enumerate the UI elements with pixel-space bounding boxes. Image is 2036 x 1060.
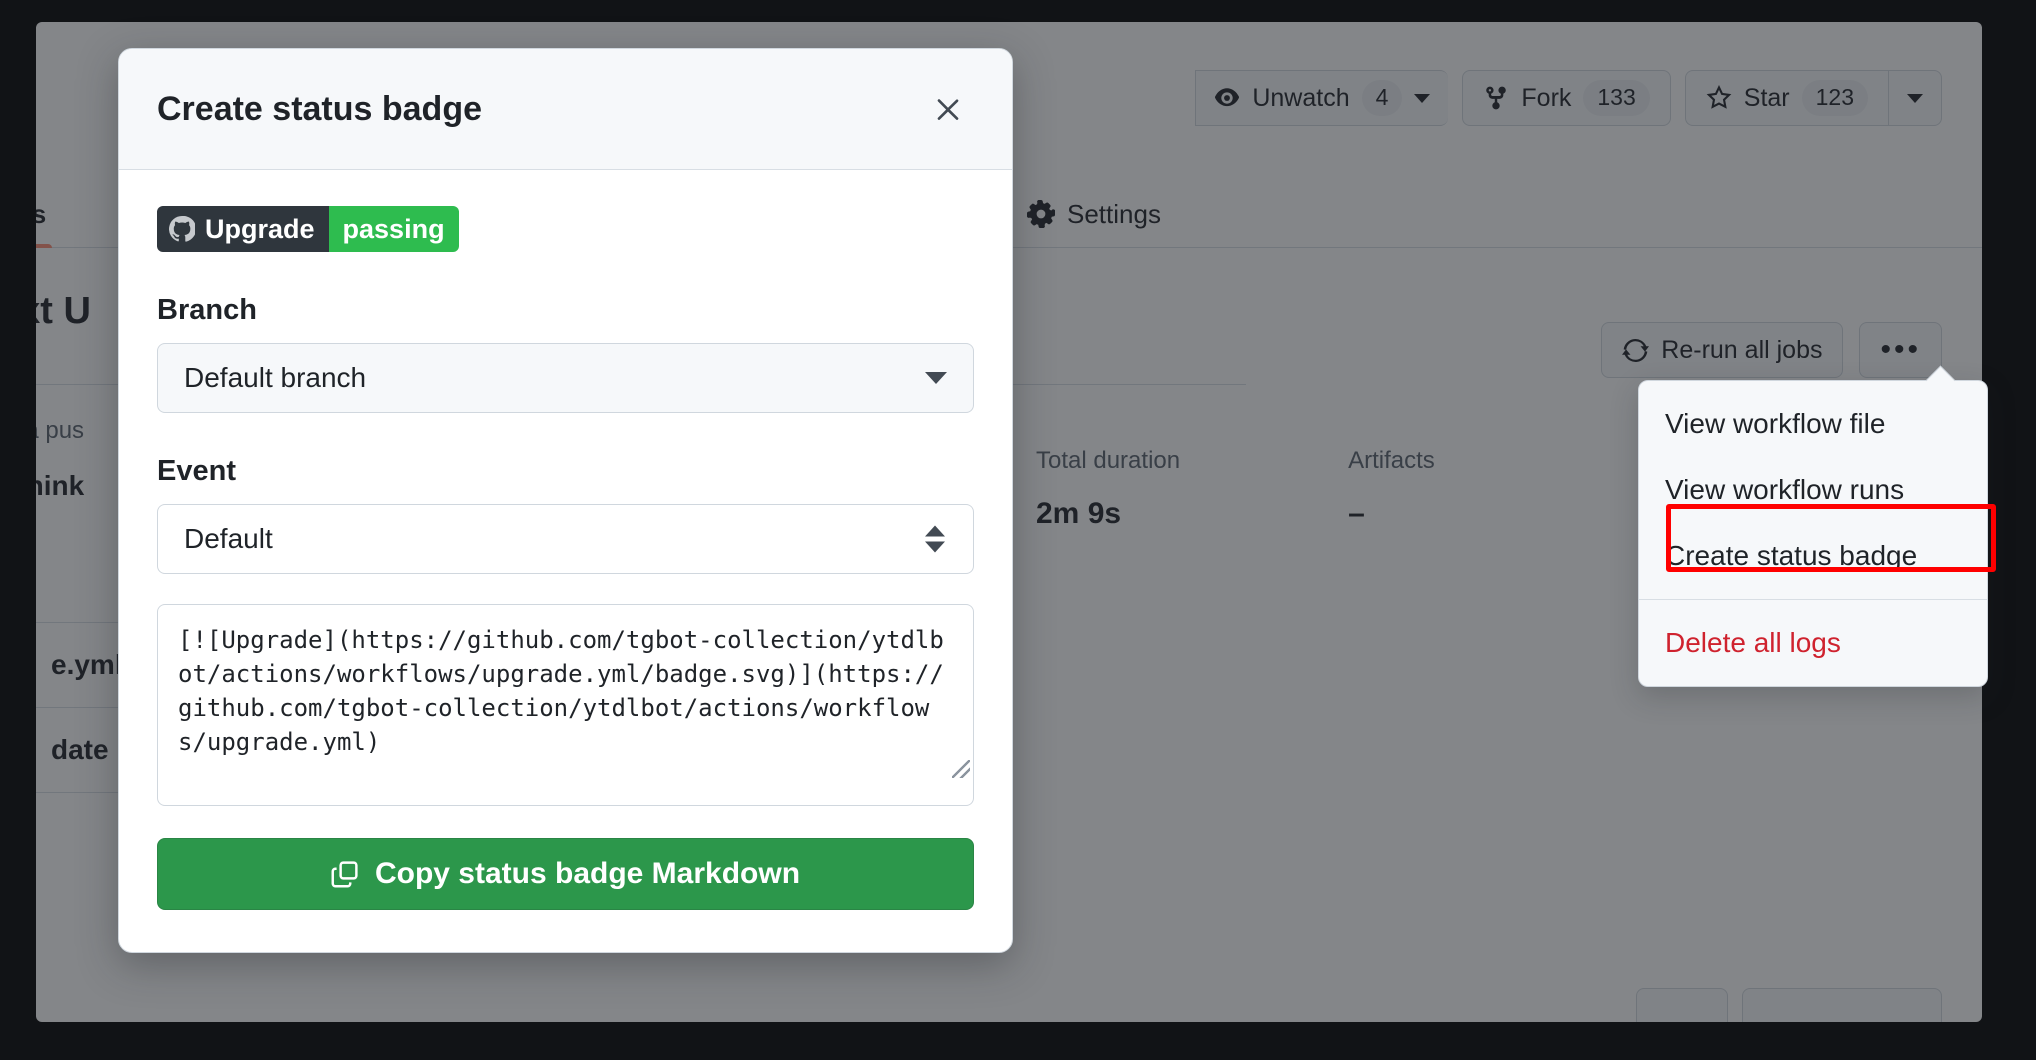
- status-badge-status: passing: [328, 206, 459, 252]
- copy-icon: [331, 861, 358, 888]
- branch-select[interactable]: Default branch: [157, 343, 974, 413]
- divider: [1639, 599, 1987, 600]
- sort-arrows-icon: [925, 525, 945, 553]
- event-label: Event: [157, 455, 236, 487]
- status-badge-status-label: passing: [342, 213, 445, 244]
- menu-item-label: Delete all logs: [1665, 627, 1841, 658]
- status-badge-left: Upgrade: [157, 206, 329, 252]
- menu-item-label: View workflow runs: [1665, 474, 1905, 505]
- menu-item-create-status-badge[interactable]: Create status badge: [1639, 523, 1987, 589]
- create-status-badge-dialog: Create status badge Upgrade passing Bran…: [118, 48, 1013, 953]
- close-icon[interactable]: [922, 83, 974, 135]
- arrow-up-glyph: [925, 525, 945, 537]
- menu-item-label: View workflow file: [1665, 408, 1886, 439]
- arrow-down-glyph: [925, 541, 945, 553]
- resize-handle[interactable]: [952, 760, 970, 778]
- copy-button-label: Copy status badge Markdown: [374, 857, 801, 890]
- branch-select-value: Default branch: [184, 362, 367, 393]
- dialog-body: Upgrade passing Branch Default branch Ev…: [119, 170, 1012, 952]
- github-logo-icon: [169, 216, 195, 242]
- chevron-down-icon: [925, 372, 947, 384]
- event-select-value: Default: [184, 523, 273, 554]
- status-badge-name: Upgrade: [205, 213, 315, 244]
- markdown-textarea[interactable]: [![Upgrade](https://github.com/tgbot-col…: [157, 604, 974, 806]
- branch-label: Branch: [157, 294, 257, 326]
- menu-item-delete-all-logs[interactable]: Delete all logs: [1639, 610, 1987, 676]
- menu-item-label: Create status badge: [1665, 540, 1918, 571]
- status-badge: Upgrade passing: [157, 206, 459, 252]
- menu-item-view-workflow-runs[interactable]: View workflow runs: [1639, 457, 1987, 523]
- dialog-header: Create status badge: [119, 49, 1012, 170]
- close-glyph: [937, 99, 959, 120]
- workflow-options-menu: View workflow file View workflow runs Cr…: [1638, 380, 1988, 687]
- menu-item-view-workflow-file[interactable]: View workflow file: [1639, 391, 1987, 457]
- event-select[interactable]: Default: [157, 504, 974, 574]
- page-title: Create status badge: [157, 89, 482, 128]
- copy-status-badge-markdown-button[interactable]: Copy status badge Markdown: [157, 838, 974, 910]
- screen-root: Unwatch 4 Fork 133 Star 123: [0, 0, 2036, 1060]
